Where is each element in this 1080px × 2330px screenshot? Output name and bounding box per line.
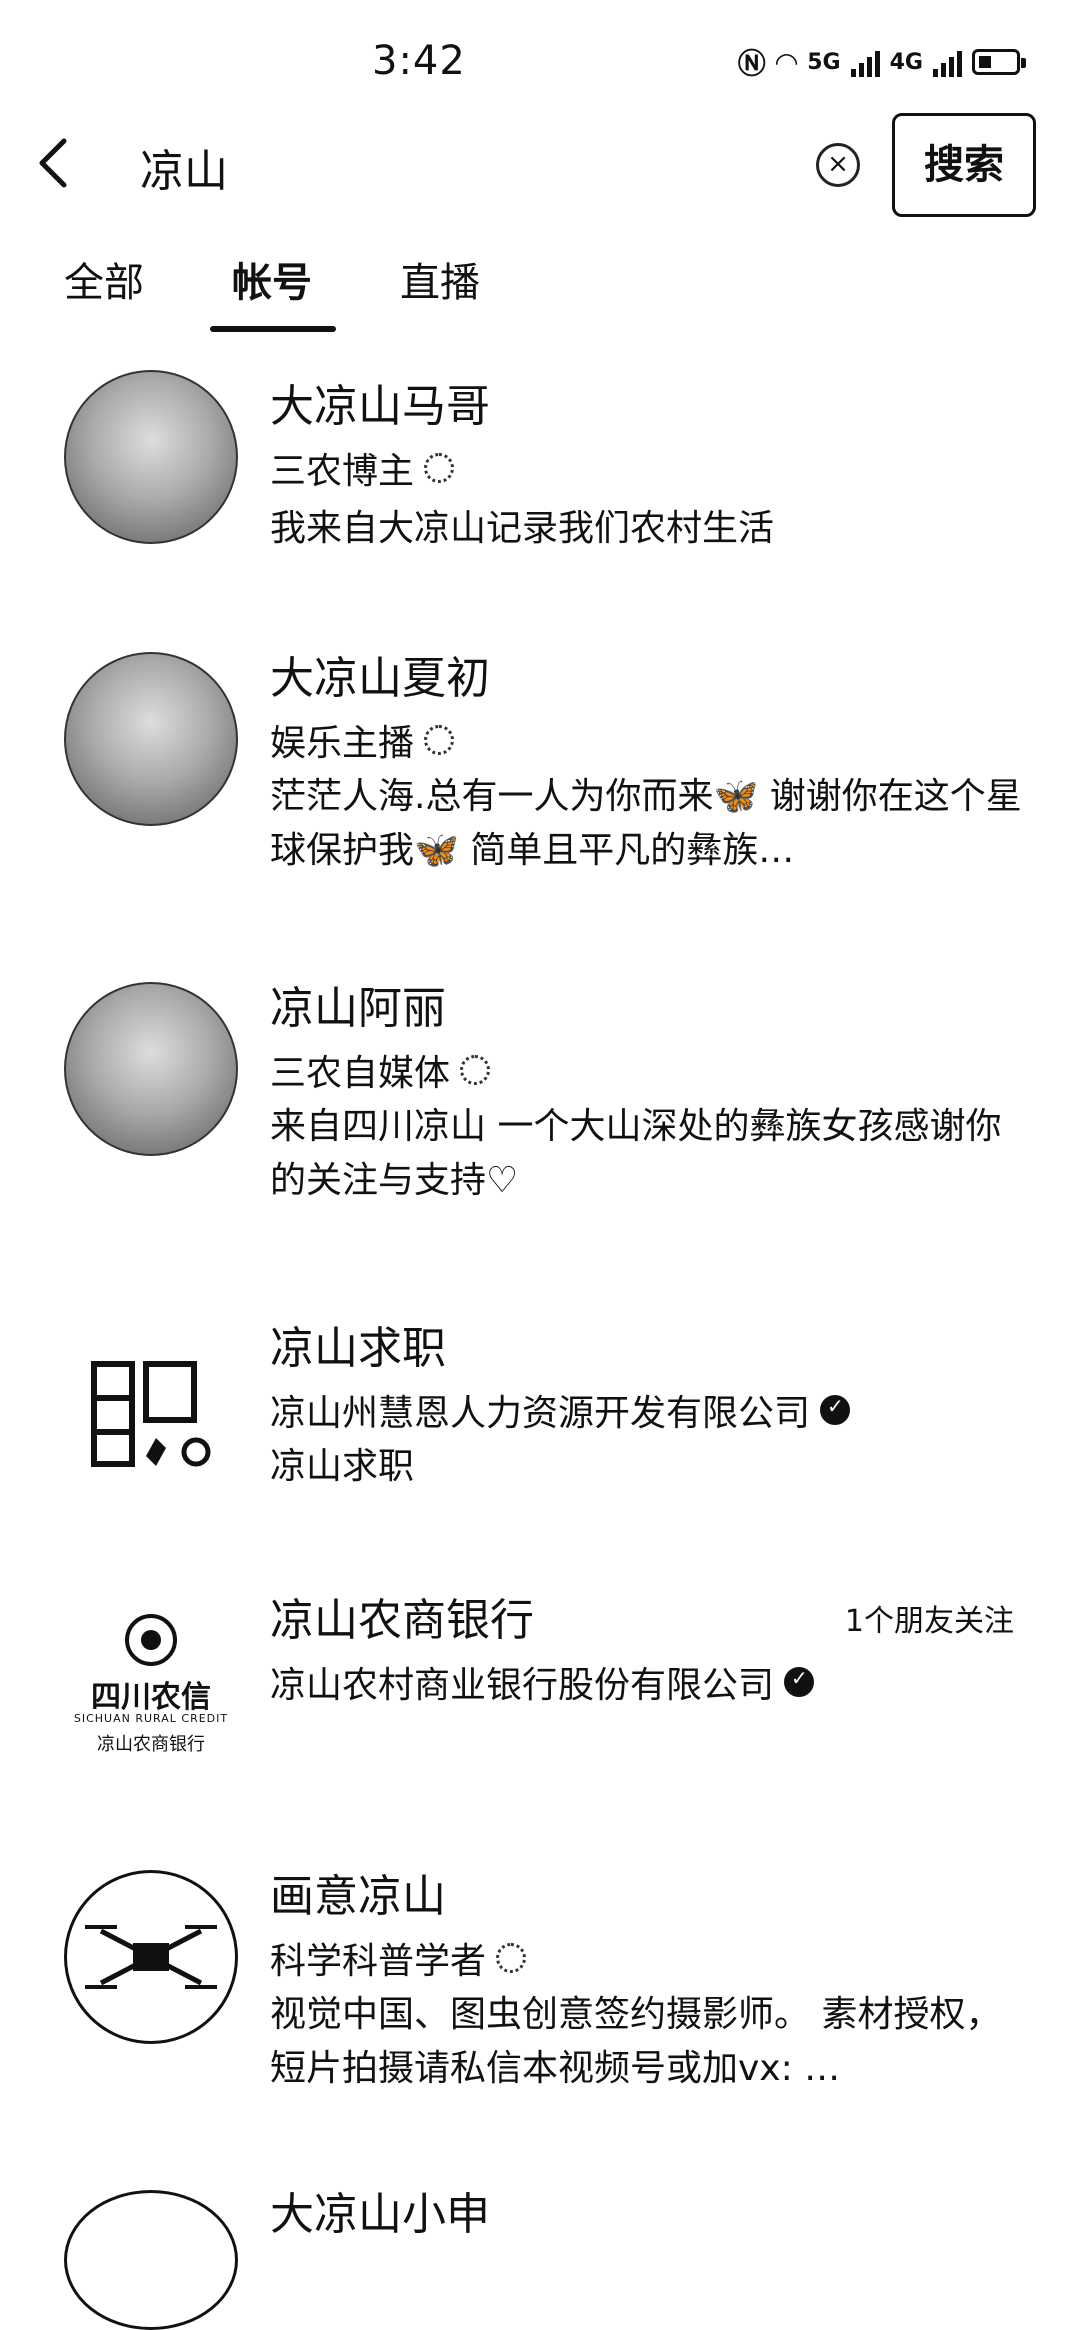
account-category: 凉山州慧恩人力资源开发有限公司 [270,1384,851,1436]
account-name: 凉山求职 [270,1323,446,1374]
account-name: 凉山阿丽 [270,983,446,1034]
account-category: 科学科普学者 [270,1932,527,1984]
avatar [64,2190,238,2330]
drone-icon [85,1925,217,1989]
category-label: 科学科普学者 [270,1941,487,1982]
account-category: 三农自媒体 [270,1044,491,1096]
avatar [64,1870,238,2044]
signal-icon-2 [933,47,962,77]
tab-live[interactable]: 直播 [400,250,480,308]
bank-logo-subtext2: 凉山农商银行 [97,1734,205,1755]
avatar [64,1326,238,1500]
account-name: 大凉山小申 [270,2189,490,2240]
tab-accounts[interactable]: 帐号 [232,250,312,308]
back-arrow-icon[interactable] [30,133,80,193]
bank-logo-text: 四川农信 [91,1680,211,1715]
status-bar: 3:42 Ⓝ ◠ 5G 4G [0,0,1080,120]
account-description: 来自四川凉山 一个大山深处的彝族女孩感谢你的关注与支持♡ [270,1106,1002,1201]
active-tab-indicator [210,326,336,332]
bank-logo-subtext: SICHUAN RURAL CREDIT [73,1712,229,1725]
account-description: 茫茫人海.总有一人为你而来🦋 谢谢你在这个星球保护我🦋 简单且平凡的彝族… [270,776,1022,871]
account-name: 大凉山夏初 [270,653,490,704]
account-description: 视觉中国、图虫创意签约摄影师。 素材授权，短片拍摄请私信本视频号或加vx: … [270,1994,1002,2089]
account-description: 凉山求职 [270,1446,415,1487]
account-name: 凉山农商银行 [270,1595,534,1646]
avatar [64,652,238,826]
avatar [64,370,238,544]
account-category: 娱乐主播 [270,714,455,766]
wifi-icon: ◠ [775,45,798,79]
search-input[interactable]: 凉山 [140,135,228,199]
category-label: 三农自媒体 [270,1053,451,1094]
network-4g-label: 4G [889,49,923,75]
certification-badge-icon [424,453,455,483]
tab-all[interactable]: 全部 [64,250,144,308]
account-description: 我来自大凉山记录我们农村生活 [270,508,775,549]
avatar: 四川农信 SICHUAN RURAL CREDIT 凉山农商银行 [64,1598,238,1772]
account-category: 三农博主 [270,442,455,494]
status-time: 3:42 [372,38,466,84]
network-5g-label: 5G [807,49,841,75]
nfc-icon: Ⓝ [737,47,766,80]
category-label: 娱乐主播 [270,723,415,764]
category-label: 凉山农村商业银行股份有限公司 [270,1665,775,1706]
account-name: 画意凉山 [270,1871,446,1922]
verified-badge-icon [784,1666,815,1697]
verified-badge-icon [820,1394,851,1425]
avatar [64,982,238,1156]
signal-icon [850,47,880,77]
certification-badge-icon [496,1943,527,1973]
search-bar: 凉山 × 搜索 [0,105,1080,225]
clear-icon[interactable]: × [816,143,860,187]
friends-following-label: 1个朋友关注 [844,1604,1014,1639]
certification-badge-icon [424,725,455,755]
certification-badge-icon [460,1055,491,1085]
category-label: 三农博主 [270,451,415,492]
category-label: 凉山州慧恩人力资源开发有限公司 [270,1393,811,1434]
result-tabs: 全部 帐号 直播 [0,240,1080,340]
battery-icon [972,49,1026,75]
account-name: 大凉山马哥 [270,381,490,432]
job-logo-icon [91,1361,211,1467]
search-button[interactable]: 搜索 [892,113,1036,217]
status-icons: Ⓝ ◠ 5G 4G [737,42,1026,82]
account-category: 凉山农村商业银行股份有限公司 [270,1656,815,1708]
